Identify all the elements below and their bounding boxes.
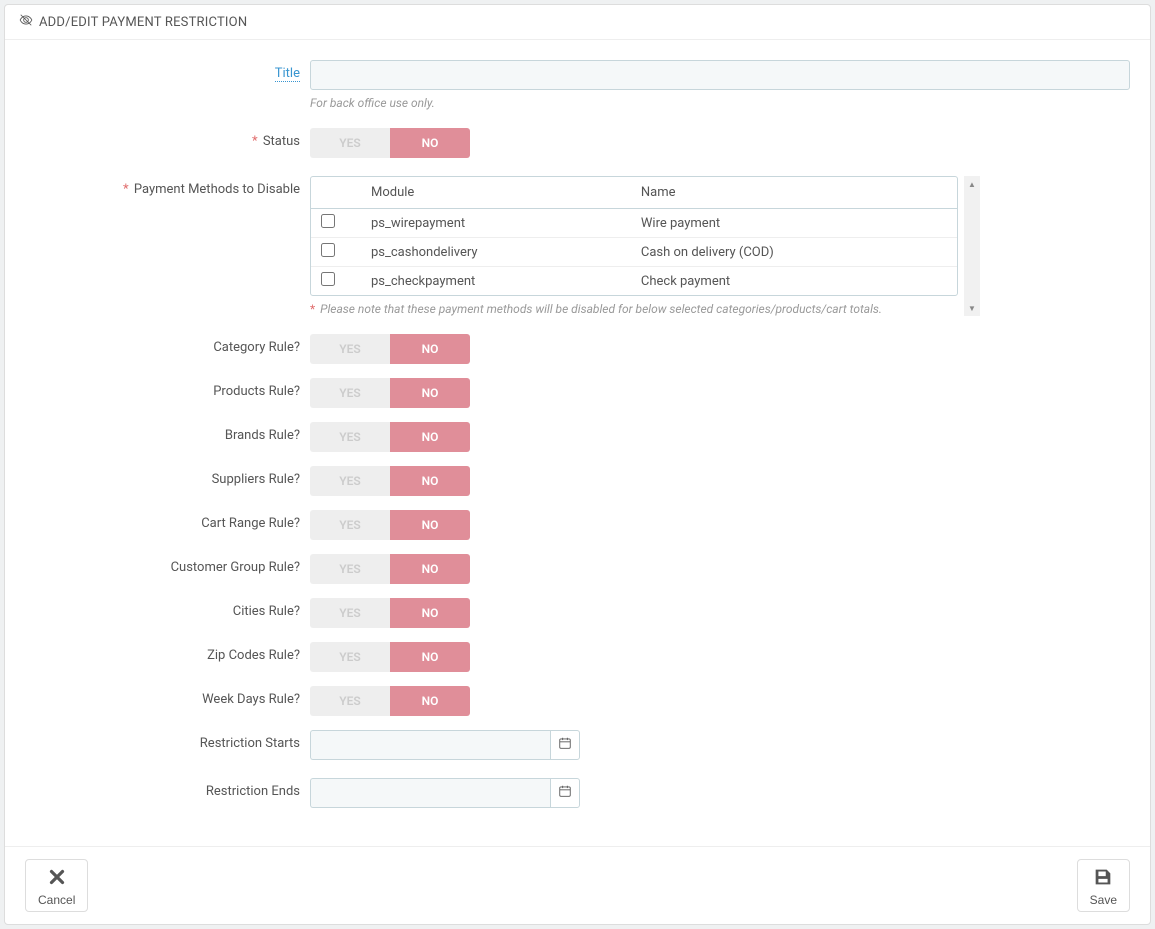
- row-restriction-ends: Restriction Ends: [25, 778, 1130, 808]
- panel-body: Title For back office use only. * Status…: [5, 40, 1150, 846]
- cell-module: ps_wirepayment: [361, 209, 631, 238]
- table-row: ps_checkpayment Check payment: [311, 267, 957, 296]
- row-restriction-starts: Restriction Starts: [25, 730, 1130, 760]
- panel-title: ADD/EDIT PAYMENT RESTRICTION: [39, 15, 247, 30]
- suppliers-rule-toggle[interactable]: YESNO: [310, 466, 470, 496]
- title-help: For back office use only.: [310, 96, 1130, 110]
- cart-range-rule-toggle[interactable]: YESNO: [310, 510, 470, 540]
- save-button[interactable]: Save: [1077, 859, 1130, 912]
- cell-name: Wire payment: [631, 209, 957, 238]
- row-checkbox[interactable]: [321, 243, 335, 257]
- row-cart-range-rule: Cart Range Rule? YESNO: [25, 510, 1130, 540]
- brands-rule-toggle[interactable]: YESNO: [310, 422, 470, 452]
- row-payment-methods: * Payment Methods to Disable Module: [25, 176, 1130, 316]
- row-status: * Status YES NO: [25, 128, 1130, 158]
- row-week-days-rule: Week Days Rule? YESNO: [25, 686, 1130, 716]
- payment-methods-label: Payment Methods to Disable: [134, 182, 300, 197]
- table-row: ps_cashondelivery Cash on delivery (COD): [311, 238, 957, 267]
- th-name: Name: [631, 177, 957, 209]
- restriction-starts-input[interactable]: [310, 730, 550, 760]
- cell-module: ps_checkpayment: [361, 267, 631, 296]
- panel-header: ADD/EDIT PAYMENT RESTRICTION: [5, 5, 1150, 40]
- restriction-ends-group: [310, 778, 580, 808]
- row-customer-group-rule: Customer Group Rule? YESNO: [25, 554, 1130, 584]
- calendar-icon: [558, 736, 572, 754]
- customer-group-rule-toggle[interactable]: YESNO: [310, 554, 470, 584]
- row-brands-rule: Brands Rule? YESNO: [25, 422, 1130, 452]
- status-toggle[interactable]: YES NO: [310, 128, 470, 158]
- close-icon: [46, 866, 68, 891]
- row-suppliers-rule: Suppliers Rule? YESNO: [25, 466, 1130, 496]
- cell-name: Check payment: [631, 267, 957, 296]
- th-module: Module: [361, 177, 631, 209]
- calendar-icon: [558, 784, 572, 802]
- scrollbar[interactable]: ▲ ▼: [964, 176, 980, 316]
- table-row: ps_wirepayment Wire payment: [311, 209, 957, 238]
- title-label: Title: [275, 66, 300, 82]
- cities-rule-toggle[interactable]: YESNO: [310, 598, 470, 628]
- cell-module: ps_cashondelivery: [361, 238, 631, 267]
- scroll-down-icon[interactable]: ▼: [964, 300, 980, 316]
- eye-slash-icon: [19, 13, 33, 31]
- category-rule-toggle[interactable]: YESNO: [310, 334, 470, 364]
- products-rule-toggle[interactable]: YESNO: [310, 378, 470, 408]
- restriction-ends-input[interactable]: [310, 778, 550, 808]
- payment-methods-table: Module Name ps_wirepayment Wire payment: [311, 177, 957, 295]
- zip-codes-rule-toggle[interactable]: YESNO: [310, 642, 470, 672]
- toggle-yes[interactable]: YES: [310, 128, 390, 158]
- row-zip-codes-rule: Zip Codes Rule? YESNO: [25, 642, 1130, 672]
- restriction-ends-calendar-button[interactable]: [550, 778, 580, 808]
- row-category-rule: Category Rule? YESNO: [25, 334, 1130, 364]
- row-products-rule: Products Rule? YESNO: [25, 378, 1130, 408]
- scroll-up-icon[interactable]: ▲: [964, 176, 980, 192]
- row-title: Title For back office use only.: [25, 60, 1130, 110]
- row-checkbox[interactable]: [321, 272, 335, 286]
- restriction-starts-group: [310, 730, 580, 760]
- payment-methods-help: * Please note that these payment methods…: [310, 302, 958, 316]
- save-icon: [1092, 866, 1114, 891]
- title-input[interactable]: [310, 60, 1130, 90]
- row-checkbox[interactable]: [321, 214, 335, 228]
- toggle-no[interactable]: NO: [390, 128, 470, 158]
- cell-name: Cash on delivery (COD): [631, 238, 957, 267]
- restriction-starts-calendar-button[interactable]: [550, 730, 580, 760]
- week-days-rule-toggle[interactable]: YESNO: [310, 686, 470, 716]
- cancel-button[interactable]: Cancel: [25, 859, 88, 912]
- row-cities-rule: Cities Rule? YESNO: [25, 598, 1130, 628]
- payment-methods-table-wrap: Module Name ps_wirepayment Wire payment: [310, 176, 958, 296]
- panel-footer: Cancel Save: [5, 846, 1150, 924]
- panel: ADD/EDIT PAYMENT RESTRICTION Title For b…: [4, 4, 1151, 925]
- status-label: Status: [263, 134, 300, 149]
